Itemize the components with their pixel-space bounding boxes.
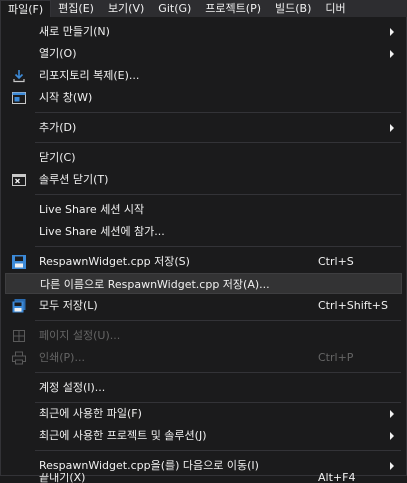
menu-edit[interactable]: 편집(E) [51, 0, 101, 18]
menu-item-open[interactable]: 열기(O) [5, 43, 402, 64]
menu-item-label: 시작 창(W) [39, 91, 93, 104]
menu-item-label: 계정 설정(I)... [39, 381, 106, 394]
menu-item-save-as[interactable]: 다른 이름으로 RespawnWidget.cpp 저장(A)... [5, 273, 402, 294]
shortcut-text: Alt+F4 [318, 473, 356, 483]
menu-item-exit[interactable]: 끝내기(X) Alt+F4 [5, 473, 402, 483]
menu-item-label: 닫기(C) [39, 151, 76, 164]
start-window-icon [11, 90, 27, 106]
submenu-arrow-icon [390, 124, 394, 132]
menu-item-live-share-join[interactable]: Live Share 세션에 참가... [5, 221, 402, 242]
menu-item-label: 페이지 설정(U)... [39, 329, 121, 342]
shortcut-text: Ctrl+S [318, 255, 354, 268]
submenu-arrow-icon [390, 410, 394, 418]
page-setup-icon [11, 328, 27, 344]
menu-debug[interactable]: 디버 [318, 0, 352, 18]
menu-separator [35, 246, 401, 247]
menu-item-live-share-start[interactable]: Live Share 세션 시작 [5, 199, 402, 220]
menu-item-label: 최근에 사용한 파일(F) [39, 407, 142, 420]
menu-separator [35, 194, 401, 195]
menu-item-label: Live Share 세션에 참가... [39, 225, 165, 238]
submenu-arrow-icon [390, 28, 394, 36]
menu-item-save[interactable]: RespawnWidget.cpp 저장(S) Ctrl+S [5, 251, 402, 272]
menu-item-new[interactable]: 새로 만들기(N) [5, 21, 402, 42]
menu-separator [35, 112, 401, 113]
close-solution-icon [11, 172, 27, 188]
menu-separator [35, 320, 401, 321]
menu-view[interactable]: 보기(V) [101, 0, 151, 18]
menu-separator [35, 142, 401, 143]
submenu-arrow-icon [390, 50, 394, 58]
menu-bar: 파일(F) 편집(E) 보기(V) Git(G) 프로젝트(P) 빌드(B) 디… [0, 0, 407, 18]
menu-item-label: Live Share 세션 시작 [39, 203, 145, 216]
printer-icon [11, 350, 27, 366]
menu-item-print[interactable]: 인쇄(P)... Ctrl+P [5, 347, 402, 368]
menu-item-label: 리포지토리 복제(E)... [39, 69, 140, 82]
menu-item-recent-files[interactable]: 최근에 사용한 파일(F) [5, 403, 402, 424]
menu-item-label: 다른 이름으로 RespawnWidget.cpp 저장(A)... [40, 278, 270, 291]
menu-file[interactable]: 파일(F) [0, 0, 52, 18]
menu-item-label: 인쇄(P)... [39, 351, 85, 364]
menu-separator [35, 372, 401, 373]
menu-item-label: 새로 만들기(N) [39, 25, 110, 38]
menu-item-label: 추가(D) [39, 121, 77, 134]
menu-git[interactable]: Git(G) [151, 0, 198, 18]
shortcut-text: Ctrl+Shift+S [318, 299, 388, 312]
menu-build[interactable]: 빌드(B) [268, 0, 318, 18]
file-menu-dropdown: 새로 만들기(N) 열기(O) 리포지토리 복제(E)... 시작 창(W) 추… [0, 17, 407, 483]
menu-item-label: 솔루션 닫기(T) [39, 173, 109, 186]
shortcut-text: Ctrl+P [318, 351, 354, 364]
menu-item-close-solution[interactable]: 솔루션 닫기(T) [5, 169, 402, 190]
menu-item-label: 모두 저장(L) [39, 299, 98, 312]
floppy-disk-icon [11, 254, 27, 270]
menu-item-clone-repository[interactable]: 리포지토리 복제(E)... [5, 65, 402, 86]
menu-item-account-settings[interactable]: 계정 설정(I)... [5, 377, 402, 398]
save-all-icon [11, 298, 27, 314]
menu-item-save-all[interactable]: 모두 저장(L) Ctrl+Shift+S [5, 295, 402, 316]
submenu-arrow-icon [390, 462, 394, 470]
menu-item-add[interactable]: 추가(D) [5, 117, 402, 138]
menu-item-close[interactable]: 닫기(C) [5, 147, 402, 168]
download-arrow-icon [11, 68, 27, 84]
menu-item-label: 열기(O) [39, 47, 77, 60]
menu-item-page-setup[interactable]: 페이지 설정(U)... [5, 325, 402, 346]
menu-item-move-to-hidden [5, 433, 402, 454]
menu-item-label: 끝내기(X) [39, 473, 86, 483]
menu-project[interactable]: 프로젝트(P) [198, 0, 268, 18]
menu-item-start-window[interactable]: 시작 창(W) [5, 87, 402, 108]
menu-item-label: RespawnWidget.cpp 저장(S) [39, 255, 190, 268]
